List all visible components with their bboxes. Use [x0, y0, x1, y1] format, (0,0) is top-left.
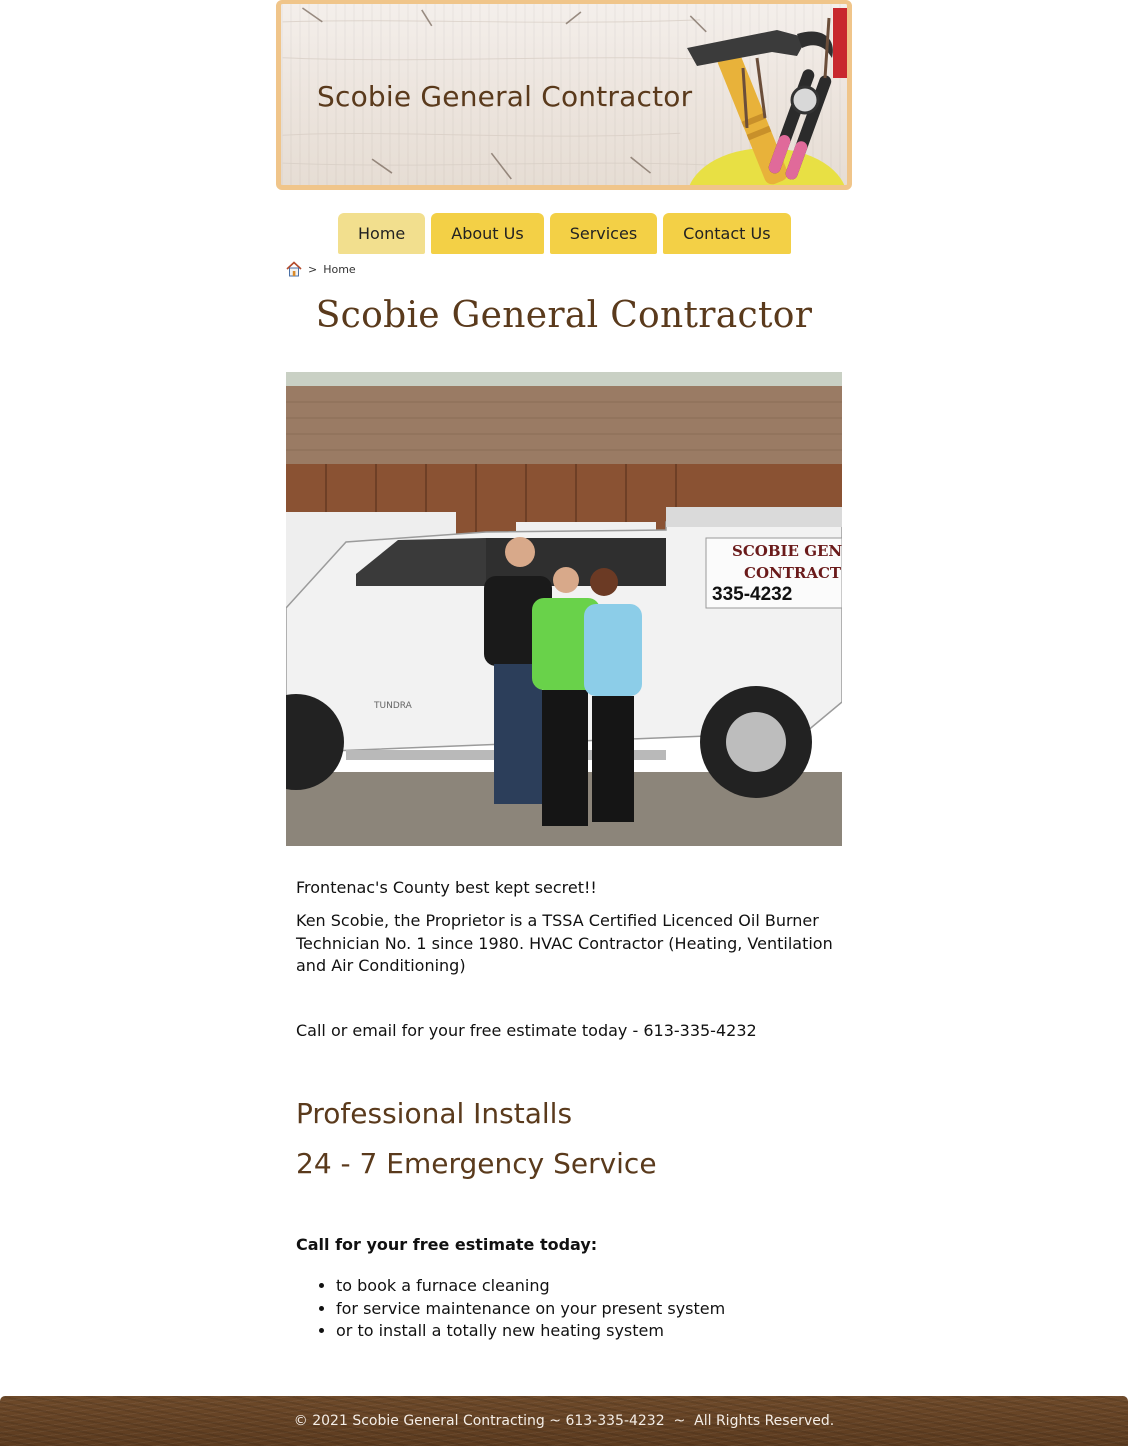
- hammer-tools-illustration: [687, 8, 847, 185]
- main-nav: Home About Us Services Contact Us: [338, 213, 791, 254]
- intro-text: Frontenac's County best kept secret!!: [296, 878, 597, 897]
- page-title: Scobie General Contractor: [315, 295, 813, 336]
- breadcrumb-current: Home: [323, 262, 356, 276]
- truck-phone: 335-4232: [712, 584, 792, 605]
- list-item: to book a furnace cleaning: [336, 1275, 725, 1298]
- header-banner[interactable]: Scobie General Contractor: [276, 0, 852, 190]
- nav-about-us[interactable]: About Us: [431, 213, 544, 254]
- service-list: to book a furnace cleaning for service m…: [296, 1275, 725, 1343]
- breadcrumb: > Home: [286, 261, 356, 277]
- footer: © 2021 Scobie General Contracting ~ 613-…: [0, 1396, 1128, 1446]
- team-truck-photo: SCOBIE GEN CONTRACT 335-4232 TUNDRA: [286, 372, 842, 846]
- nav-contact-us[interactable]: Contact Us: [663, 213, 791, 254]
- list-item: for service maintenance on your present …: [336, 1298, 725, 1321]
- call-heading: Call for your free estimate today:: [296, 1235, 598, 1254]
- cta-text: Call or email for your free estimate tod…: [296, 1021, 757, 1040]
- breadcrumb-separator: >: [308, 262, 318, 276]
- truck-model: TUNDRA: [373, 701, 413, 711]
- heading-professional-installs: Professional Installs: [296, 1097, 573, 1130]
- heading-emergency-service: 24 - 7 Emergency Service: [296, 1147, 657, 1180]
- banner-title: Scobie General Contractor: [317, 80, 693, 113]
- nav-services[interactable]: Services: [549, 213, 658, 254]
- truck-sign-line1: SCOBIE GEN: [732, 542, 842, 560]
- nav-home[interactable]: Home: [338, 213, 426, 254]
- truck-sign-line2: CONTRACT: [744, 564, 842, 582]
- list-item: or to install a totally new heating syst…: [336, 1320, 725, 1343]
- photo-illustration: SCOBIE GEN CONTRACT 335-4232 TUNDRA: [286, 372, 842, 846]
- about-text: Ken Scobie, the Proprietor is a TSSA Cer…: [296, 911, 833, 975]
- home-icon[interactable]: [286, 261, 302, 277]
- page: Scobie General Contractor Home About Us …: [0, 0, 1128, 1446]
